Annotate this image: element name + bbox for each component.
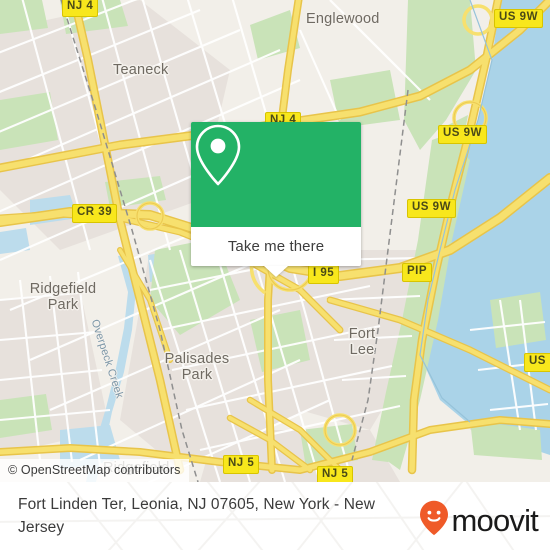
take-me-there-button[interactable]: Take me there xyxy=(228,238,324,255)
shield-us-9w-middle: US 9W xyxy=(438,125,487,144)
shield-us-9w-top: US 9W xyxy=(494,9,543,28)
shield-us-9w-lower: US 9W xyxy=(407,199,456,218)
popup-footer[interactable]: Take me there xyxy=(191,227,361,266)
footer-bar: Fort Linden Ter, Leonia, NJ 07605, New Y… xyxy=(0,482,550,550)
footer-content: Fort Linden Ter, Leonia, NJ 07605, New Y… xyxy=(0,482,550,550)
moovit-map-screenshot: Teaneck Englewood Ridgefield Park Palisa… xyxy=(0,0,550,550)
shield-nj-5-west: NJ 5 xyxy=(223,455,260,474)
popup-pointer xyxy=(264,266,288,277)
moovit-brand[interactable]: moovit xyxy=(419,500,539,541)
shield-us-9: US 9 xyxy=(524,353,550,372)
moovit-pin-smile-icon xyxy=(419,500,449,541)
page-title: Fort Linden Ter, Leonia, NJ 07605, New Y… xyxy=(18,496,376,536)
osm-attribution[interactable]: © OpenStreetMap contributors xyxy=(0,459,189,482)
shield-pip: PIP xyxy=(402,263,433,282)
shield-cr-39: CR 39 xyxy=(72,204,118,223)
moovit-wordmark: moovit xyxy=(451,503,538,538)
popup-header xyxy=(191,122,361,227)
shield-nj-4-north: NJ 4 xyxy=(62,0,99,17)
shield-nj-5-east: NJ 5 xyxy=(317,466,354,482)
map-canvas[interactable]: Teaneck Englewood Ridgefield Park Palisa… xyxy=(0,0,550,482)
location-popup[interactable]: Take me there xyxy=(191,122,361,277)
shield-i-95: I 95 xyxy=(308,265,340,284)
